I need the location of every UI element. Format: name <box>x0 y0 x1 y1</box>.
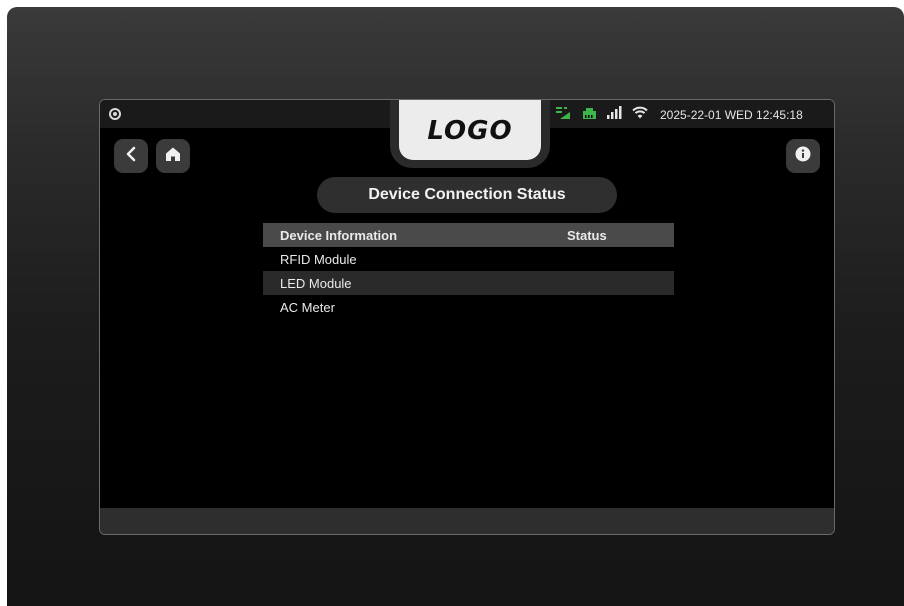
network-switch-icon <box>556 106 572 125</box>
camera-icon <box>109 108 121 120</box>
bottom-bar <box>100 508 834 534</box>
page-title: Device Connection Status <box>317 177 617 213</box>
table-row: RFID Module <box>263 247 674 271</box>
table-row: LED Module <box>263 271 674 295</box>
header-status: Status <box>567 228 607 243</box>
device-screen: 2025-22-01 WED 12:45:18 LOGO Device Conn… <box>99 99 835 535</box>
logo: LOGO <box>399 100 541 160</box>
device-status-table: Device Information Status RFID Module LE… <box>263 223 674 319</box>
status-icons: 2025-22-01 WED 12:45:18 <box>556 105 803 125</box>
wifi-icon <box>632 106 648 124</box>
info-icon <box>795 146 811 167</box>
device-name: LED Module <box>280 276 352 291</box>
cell-signal-icon <box>607 106 622 124</box>
device-name: RFID Module <box>280 252 357 267</box>
datetime-label: 2025-22-01 WED 12:45:18 <box>660 108 803 122</box>
chevron-left-icon <box>124 146 138 167</box>
table-header: Device Information Status <box>263 223 674 247</box>
header-device-information: Device Information <box>280 228 398 243</box>
device-bezel: 2025-22-01 WED 12:45:18 LOGO Device Conn… <box>7 7 904 606</box>
info-button[interactable] <box>786 139 820 173</box>
device-name: AC Meter <box>280 300 335 315</box>
back-button[interactable] <box>114 139 148 173</box>
home-icon <box>165 146 181 167</box>
home-button[interactable] <box>156 139 190 173</box>
table-row: AC Meter <box>263 295 674 319</box>
ethernet-icon <box>582 106 597 125</box>
logo-text: LOGO <box>427 116 513 146</box>
